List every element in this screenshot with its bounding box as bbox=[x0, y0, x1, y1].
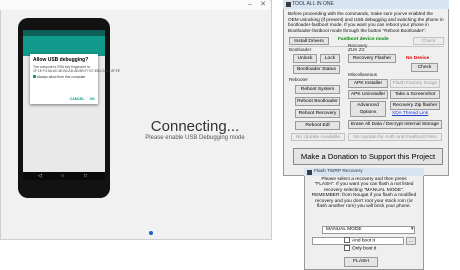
minimize-button[interactable]: – bbox=[244, 1, 256, 9]
bootloader-status-button[interactable]: Bootloader Status bbox=[293, 65, 340, 74]
reboot-edl-button[interactable]: Reboot Edl bbox=[295, 121, 340, 130]
flash-title: Flash TWRP Recovery bbox=[314, 169, 363, 174]
install-drivers-button[interactable]: Install Drivers bbox=[289, 37, 329, 45]
phone-app-bar bbox=[23, 36, 105, 56]
apk-uninstaller-button[interactable]: APK Uninstaller bbox=[348, 90, 388, 99]
reboot-recovery-button[interactable]: Reboot Recovery bbox=[295, 109, 340, 118]
misc-section-label: Miscellaneous bbox=[348, 72, 378, 77]
tool-intro-text: Before proceeding with the commands, mak… bbox=[288, 11, 444, 33]
recovery-zip-flasher-button[interactable]: Recovery Zip flasher bbox=[390, 101, 440, 110]
browse-button[interactable]: ... bbox=[406, 237, 416, 245]
only-boot-it-checkbox[interactable]: Only boot it bbox=[344, 245, 376, 251]
device-name: ZUK Z2 bbox=[348, 48, 365, 53]
android-back-icon: ◁ bbox=[38, 173, 42, 179]
android-recents-icon: □ bbox=[84, 173, 88, 179]
lock-button[interactable]: Lock bbox=[320, 54, 340, 63]
bootloader-section-label: Bootloader bbox=[289, 47, 312, 52]
flash-instructions: Please select a recovery and then press … bbox=[311, 177, 417, 210]
usb-debugging-dialog: Allow USB debugging? The computer's RSA … bbox=[30, 54, 121, 104]
take-screenshot-button[interactable]: Take a Screenshot bbox=[390, 90, 440, 99]
dialog-title: Allow USB debugging? bbox=[33, 57, 89, 63]
chevron-down-icon[interactable]: ▼ bbox=[410, 226, 414, 231]
erase-data-button[interactable]: Erase All Data / Decrypt Internal Storag… bbox=[348, 120, 442, 129]
unlock-button[interactable]: Unlock bbox=[293, 54, 317, 63]
dialog-text: The computer's RSA key fingerprint is: 1… bbox=[33, 65, 121, 73]
app-icon bbox=[307, 170, 312, 175]
dialog-cancel: CANCEL bbox=[69, 97, 85, 101]
flash-button[interactable]: FLASH bbox=[344, 257, 378, 267]
no-update-auth-button[interactable]: No Update for Auth and Fastboot Files bbox=[348, 133, 442, 141]
reboot-bootloader-button[interactable]: Reboot Bootloader bbox=[295, 97, 340, 106]
close-button[interactable]: ✕ bbox=[257, 1, 269, 9]
check-button[interactable]: Check bbox=[411, 63, 438, 72]
reboot-system-button[interactable]: Reboot System bbox=[295, 85, 340, 94]
recovery-select[interactable]: MANUAL MODE bbox=[322, 226, 415, 234]
flash-factory-image-button[interactable]: Flash Factory Image bbox=[390, 79, 440, 88]
page-indicator-dot bbox=[149, 231, 153, 235]
app-icon bbox=[286, 2, 291, 7]
apk-installer-button[interactable]: APK Installer bbox=[348, 79, 388, 88]
no-update-button[interactable]: No Update Available bbox=[291, 133, 345, 141]
android-home-icon: ○ bbox=[61, 173, 65, 179]
dialog-checkbox: Always allow from this computer bbox=[33, 75, 95, 79]
rebooter-section-label: Rebooter bbox=[289, 77, 308, 82]
checkbox-checked-icon bbox=[33, 75, 36, 78]
and-boot-it-checkbox[interactable]: And boot it bbox=[344, 237, 375, 243]
xda-thread-link[interactable]: XDA Thread Link bbox=[392, 111, 428, 116]
connecting-subtitle: Please enable USB Debugging mode bbox=[145, 135, 245, 141]
device-mode-status: Fastboot device mode bbox=[338, 37, 389, 42]
tool-title: TOOL ALL IN ONE bbox=[292, 1, 334, 7]
checkbox-icon bbox=[344, 237, 350, 243]
advanced-options-button[interactable]: Advanced Options bbox=[350, 101, 386, 117]
recovery-flasher-button[interactable]: Recovery Flasher bbox=[348, 54, 396, 63]
donate-button[interactable]: Make a Donation to Support this Project bbox=[293, 148, 443, 165]
connecting-title: Connecting... bbox=[150, 118, 240, 135]
dialog-ok: OK bbox=[89, 97, 95, 101]
device-mode-check-button[interactable]: Check bbox=[413, 37, 444, 45]
connecting-titlebar bbox=[0, 0, 270, 10]
no-device-status: No Device bbox=[406, 56, 430, 61]
checkbox-icon bbox=[344, 245, 350, 251]
